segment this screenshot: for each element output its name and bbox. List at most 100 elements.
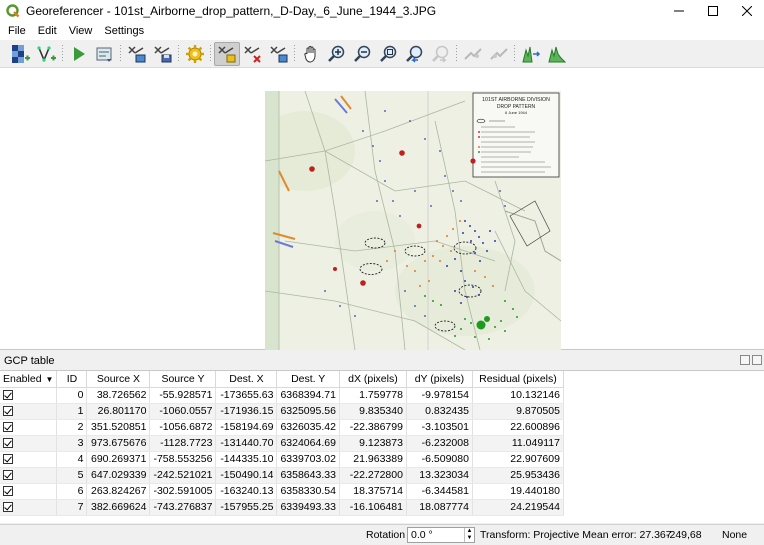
- cell-sx[interactable]: 690.269371: [86, 451, 151, 468]
- cell-dy[interactable]: 6326035.42: [276, 419, 340, 436]
- generate-gdal-script-button[interactable]: [92, 42, 118, 66]
- cell-dy[interactable]: 6339493.33: [276, 499, 340, 516]
- cell-dxp[interactable]: 9.123873: [339, 435, 407, 452]
- cell-dxp[interactable]: 21.963389: [339, 451, 407, 468]
- cell-dyp[interactable]: -6.509080: [406, 451, 473, 468]
- table-row[interactable]: 3 973.675676 -1128.7723 -131440.70 6324064.6…: [0, 435, 564, 452]
- cell-dyp[interactable]: -6.344581: [406, 483, 473, 500]
- cell-dxp[interactable]: -16.106481: [339, 499, 407, 516]
- cell-dx[interactable]: -158194.69: [215, 419, 278, 436]
- close-panel-button[interactable]: [752, 355, 762, 365]
- table-row[interactable]: 7 382.669624 -743.276837 -157955.25 6339493.…: [0, 499, 564, 516]
- start-georeferencing-button[interactable]: [66, 42, 92, 66]
- save-gcp-points-button[interactable]: [150, 42, 176, 66]
- pan-button[interactable]: [298, 42, 324, 66]
- cell-sy[interactable]: -1060.0557: [149, 403, 217, 420]
- cell-dy[interactable]: 6358330.54: [276, 483, 340, 500]
- crs-label[interactable]: None: [722, 529, 747, 541]
- zoom-last-button[interactable]: [402, 42, 428, 66]
- cell-sy[interactable]: -242.521021: [149, 467, 217, 484]
- load-gcp-points-button[interactable]: [124, 42, 150, 66]
- cell-res[interactable]: 10.132146: [472, 387, 564, 404]
- enabled-checkbox[interactable]: [3, 438, 13, 449]
- cell-dx[interactable]: -173655.63: [215, 387, 278, 404]
- cell-dyp[interactable]: -6.232008: [406, 435, 473, 452]
- cell-dxp[interactable]: -22.386799: [339, 419, 407, 436]
- cell-id[interactable]: 5: [56, 467, 88, 484]
- column-header-dest-x[interactable]: Dest. X: [215, 371, 278, 388]
- minimize-button[interactable]: [662, 0, 696, 22]
- cell-res[interactable]: 22.600896: [472, 419, 564, 436]
- cell-dxp[interactable]: 18.375714: [339, 483, 407, 500]
- enabled-checkbox[interactable]: [3, 454, 13, 465]
- cell-res[interactable]: 24.219544: [472, 499, 564, 516]
- cell-dy[interactable]: 6358643.33: [276, 467, 340, 484]
- cell-id[interactable]: 7: [56, 499, 88, 516]
- open-raster-button[interactable]: [8, 42, 34, 66]
- close-button[interactable]: [730, 0, 764, 22]
- table-row[interactable]: 4 690.269371 -758.553256 -144335.10 6339703.…: [0, 451, 564, 468]
- column-header-source-y[interactable]: Source Y: [149, 371, 217, 388]
- cell-dx[interactable]: -163240.13: [215, 483, 278, 500]
- cell-dy[interactable]: 6324064.69: [276, 435, 340, 452]
- column-header-dest-y[interactable]: Dest. Y: [276, 371, 340, 388]
- column-header-id[interactable]: ID: [56, 371, 88, 388]
- cell-id[interactable]: 4: [56, 451, 88, 468]
- cell-sx[interactable]: 263.824267: [86, 483, 151, 500]
- cell-id[interactable]: 3: [56, 435, 88, 452]
- column-header-source-x[interactable]: Source X: [86, 371, 151, 388]
- add-point-button[interactable]: [214, 41, 240, 66]
- cell-dy[interactable]: 6325095.56: [276, 403, 340, 420]
- cell-dyp[interactable]: -9.978154: [406, 387, 473, 404]
- open-vector-button[interactable]: [34, 42, 60, 66]
- move-gcp-point-button[interactable]: [266, 42, 292, 66]
- map-canvas[interactable]: 101ST AIRBORNE DIVISION DROP PATTERN 6 J…: [0, 68, 764, 350]
- column-header-residual[interactable]: Residual (pixels): [472, 371, 564, 388]
- cell-res[interactable]: 22.907609: [472, 451, 564, 468]
- cell-dxp[interactable]: 1.759778: [339, 387, 407, 404]
- float-panel-button[interactable]: [740, 355, 750, 365]
- table-row[interactable]: 0 38.726562 -55.928571 -173655.63 6368394.71…: [0, 387, 564, 404]
- cell-sy[interactable]: -302.591005: [149, 483, 217, 500]
- enabled-checkbox[interactable]: [3, 406, 13, 417]
- cell-res[interactable]: 11.049117: [472, 435, 564, 452]
- delete-point-button[interactable]: [240, 42, 266, 66]
- enabled-checkbox[interactable]: [3, 390, 13, 401]
- cell-sy[interactable]: -1056.6872: [149, 419, 217, 436]
- cell-sx[interactable]: 26.801170: [86, 403, 151, 420]
- cell-dx[interactable]: -150490.14: [215, 467, 278, 484]
- cell-sx[interactable]: 647.029339: [86, 467, 151, 484]
- cell-dyp[interactable]: 13.323034: [406, 467, 473, 484]
- cell-id[interactable]: 2: [56, 419, 88, 436]
- cell-dy[interactable]: 6339703.02: [276, 451, 340, 468]
- menu-edit[interactable]: Edit: [32, 25, 63, 37]
- full-histogram-stretch-button[interactable]: [544, 42, 570, 66]
- cell-dxp[interactable]: 9.835340: [339, 403, 407, 420]
- transformation-settings-button[interactable]: [182, 42, 208, 66]
- enabled-checkbox[interactable]: [3, 502, 13, 513]
- cell-sx[interactable]: 382.669624: [86, 499, 151, 516]
- cell-res[interactable]: 9.870505: [472, 403, 564, 420]
- enabled-checkbox[interactable]: [3, 422, 13, 433]
- maximize-button[interactable]: [696, 0, 730, 22]
- cell-res[interactable]: 19.440180: [472, 483, 564, 500]
- column-header-dx[interactable]: dX (pixels): [339, 371, 407, 388]
- cell-sx[interactable]: 351.520851: [86, 419, 151, 436]
- zoom-to-layer-button[interactable]: [376, 42, 402, 66]
- cell-res[interactable]: 25.953436: [472, 467, 564, 484]
- cell-dyp[interactable]: 0.832435: [406, 403, 473, 420]
- local-histogram-stretch-button[interactable]: [518, 42, 544, 66]
- enabled-checkbox[interactable]: [3, 470, 13, 481]
- table-row[interactable]: 5 647.029339 -242.521021 -150490.14 6358643.…: [0, 467, 564, 484]
- cell-dx[interactable]: -144335.10: [215, 451, 278, 468]
- cell-sy[interactable]: -55.928571: [149, 387, 217, 404]
- cell-sy[interactable]: -743.276837: [149, 499, 217, 516]
- column-header-enabled[interactable]: Enabled ▼: [0, 371, 58, 388]
- cell-dx[interactable]: -157955.25: [215, 499, 278, 516]
- zoom-out-button[interactable]: [350, 42, 376, 66]
- table-row[interactable]: 2 351.520851 -1056.6872 -158194.69 6326035.4…: [0, 419, 564, 436]
- cell-dx[interactable]: -171936.15: [215, 403, 278, 420]
- menu-settings[interactable]: Settings: [98, 25, 150, 37]
- cell-sy[interactable]: -1128.7723: [149, 435, 217, 452]
- rotation-spinbox[interactable]: 0.0 ° ▲ ▼: [407, 527, 475, 543]
